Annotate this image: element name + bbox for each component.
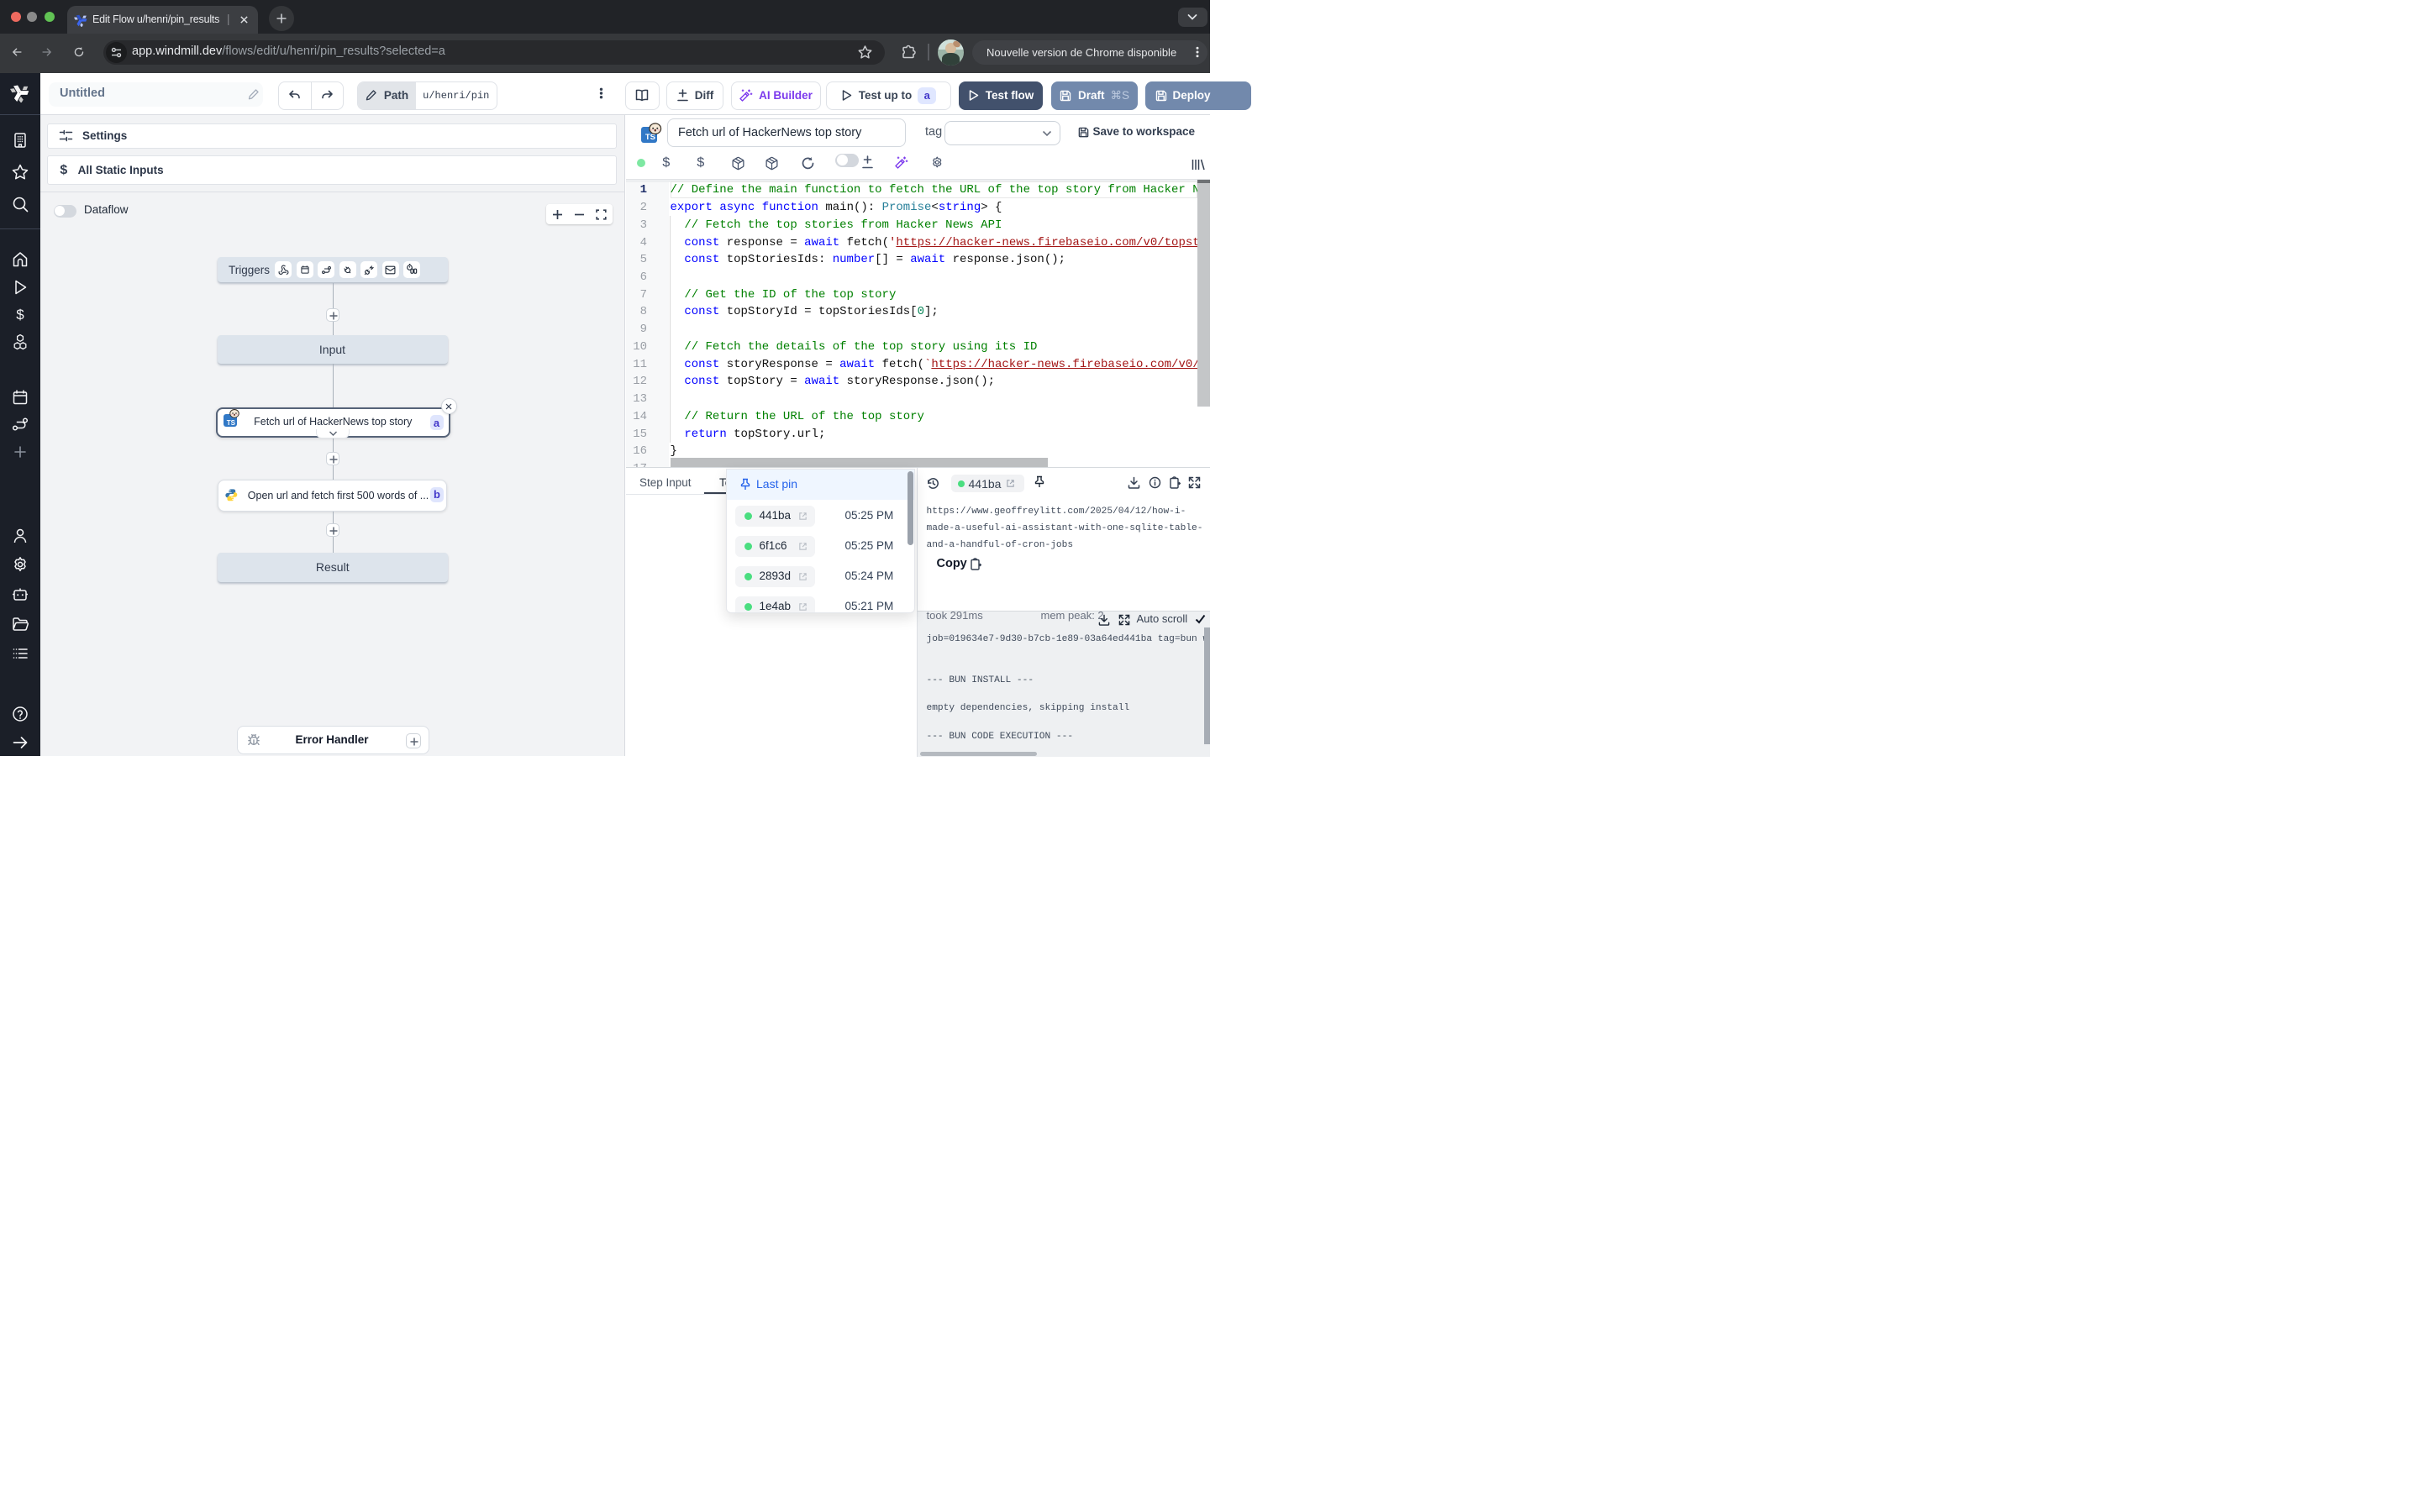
svg-text:$: $ (16, 307, 24, 323)
